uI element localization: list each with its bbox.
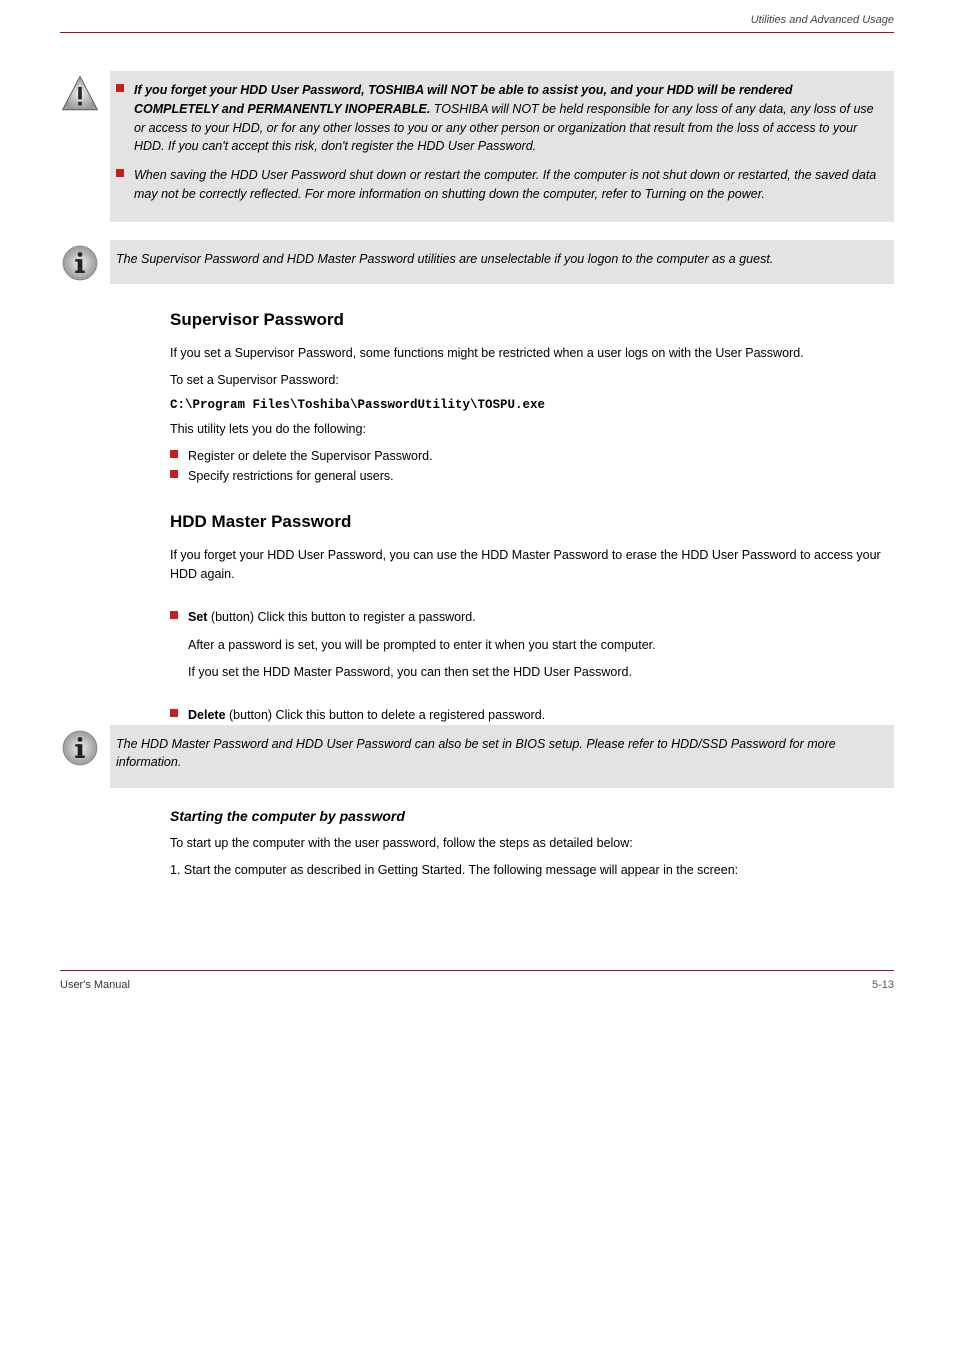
info-icon (50, 240, 110, 285)
link-getting-started[interactable]: Getting Started (378, 863, 462, 877)
bullet-icon (170, 470, 178, 478)
start-pw-step: 1. Start the computer as described in Ge… (170, 861, 894, 880)
footer-page-number: 5-13 (872, 979, 894, 991)
info-note-text: The Supervisor Password and HDD Master P… (110, 240, 894, 285)
heading-hdd-master: HDD Master Password (170, 512, 894, 532)
supervisor-p1: If you set a Supervisor Password, some f… (170, 344, 894, 363)
footer-left: User's Manual (60, 979, 130, 991)
info-callout-hdd: The HDD Master Password and HDD User Pas… (110, 725, 894, 789)
hdd-set-p3: If you set the HDD Master Password, you … (188, 663, 894, 682)
warning-item-1: If you forget your HDD User Password, TO… (116, 81, 878, 156)
hdd-master-p1: If you forget your HDD User Password, yo… (170, 546, 894, 584)
supervisor-list-item-1: Register or delete the Supervisor Passwo… (170, 447, 894, 466)
warning-item-2: When saving the HDD User Password shut d… (116, 166, 878, 204)
bullet-icon (116, 169, 124, 177)
warning-callout: If you forget your HDD User Password, TO… (110, 71, 894, 222)
bullet-icon (170, 611, 178, 619)
hdd-delete-item: Delete (button) Click this button to del… (170, 706, 894, 725)
heading-supervisor-password: Supervisor Password (170, 310, 894, 330)
link-hdd-ssd-password[interactable]: HDD/SSD Password (671, 737, 786, 751)
info-callout: The Supervisor Password and HDD Master P… (110, 240, 894, 285)
chapter-title: Utilities and Advanced Usage (60, 14, 894, 26)
heading-start-password: Starting the computer by password (170, 808, 894, 824)
link-turning-on-power[interactable]: Turning on the power (645, 187, 762, 201)
hdd-set-item: Set (button) Click this button to regist… (170, 608, 894, 627)
warning-icon (50, 71, 110, 222)
supervisor-path: C:\Program Files\Toshiba\PasswordUtility… (170, 398, 894, 412)
page-header: Utilities and Advanced Usage (60, 0, 894, 33)
supervisor-list-item-2: Specify restrictions for general users. (170, 467, 894, 486)
supervisor-p2: To set a Supervisor Password: (170, 371, 894, 390)
info-icon (50, 725, 110, 789)
bullet-icon (116, 84, 124, 92)
bullet-icon (170, 450, 178, 458)
page-footer: User's Manual 5-13 (60, 970, 894, 1011)
info-note-hdd-text: The HDD Master Password and HDD User Pas… (110, 725, 894, 789)
hdd-set-p2: After a password is set, you will be pro… (188, 636, 894, 655)
bullet-icon (170, 709, 178, 717)
start-pw-p1: To start up the computer with the user p… (170, 834, 894, 853)
supervisor-p3: This utility lets you do the following: (170, 420, 894, 439)
